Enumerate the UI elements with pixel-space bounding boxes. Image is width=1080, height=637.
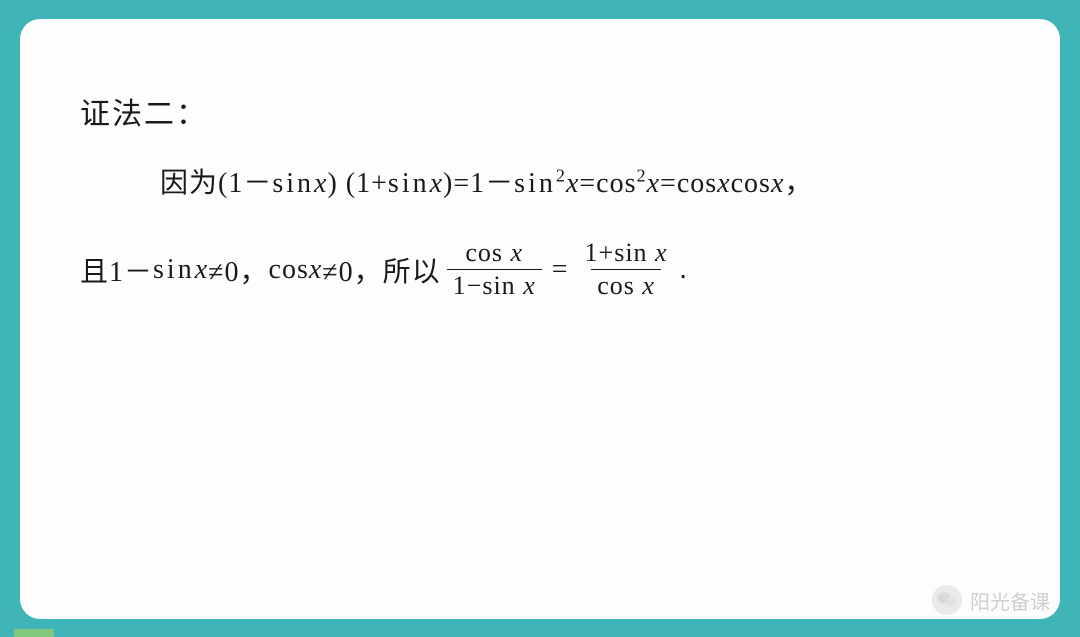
- eq-cos2: =cos: [660, 168, 717, 199]
- neq-1: ≠0，: [208, 250, 268, 290]
- slide-card: 证法二： 因为(1－sinx) (1+sinx)=1－sin2x=cos2x=c…: [20, 19, 1060, 619]
- cos-2: cos: [269, 254, 309, 286]
- sq-2: 2: [637, 165, 647, 185]
- so-text: 所以: [383, 250, 441, 290]
- watermark-text: 阳光备课: [970, 586, 1050, 615]
- frac1-num: cos x: [459, 239, 529, 270]
- x-5: x: [717, 168, 730, 199]
- fraction-1: cos x 1−sin x: [447, 239, 542, 301]
- x-6: x: [771, 168, 784, 199]
- frac1-den: 1−sin x: [447, 269, 542, 301]
- proof-line-1: 因为(1－sinx) (1+sinx)=1－sin2x=cos2x=cosxco…: [160, 161, 1010, 201]
- comma-1: ，: [784, 168, 813, 199]
- expr-mid2: )=1－: [443, 168, 514, 199]
- wechat-icon: [932, 585, 962, 615]
- x-2: x: [430, 168, 443, 199]
- expr-mid1: ) (1+: [327, 168, 387, 199]
- frac2-den: cos x: [591, 269, 661, 301]
- sin-1: sin: [272, 168, 314, 199]
- expr-open: (1－: [218, 168, 272, 199]
- watermark: 阳光备课: [932, 585, 1050, 615]
- x-8: x: [309, 254, 322, 286]
- proof-heading: 证法二：: [80, 89, 1010, 133]
- sin-4: sin: [153, 254, 195, 286]
- proof-line-2: 且1－sinx≠0，cosx≠0，所以 cos x 1−sin x = 1+si…: [80, 239, 1010, 301]
- period: .: [680, 254, 688, 286]
- sin-2: sin: [388, 168, 430, 199]
- x-4: x: [647, 168, 660, 199]
- bottom-accent: [14, 629, 54, 637]
- x-7: x: [195, 254, 208, 286]
- because-text: 因为: [160, 168, 218, 199]
- fraction-2: 1+sin x cos x: [579, 239, 674, 301]
- eq-cos1: =cos: [579, 168, 636, 199]
- wechat-svg: [937, 591, 957, 609]
- frac2-num: 1+sin x: [579, 239, 674, 270]
- sq-1: 2: [556, 165, 566, 185]
- and-text: 且1－: [80, 250, 153, 290]
- cos-last: cos: [731, 168, 771, 199]
- x-1: x: [314, 168, 327, 199]
- sin-3: sin: [514, 168, 556, 199]
- neq-2: ≠0，: [322, 250, 382, 290]
- equals-sign: =: [552, 254, 569, 286]
- x-3: x: [566, 168, 579, 199]
